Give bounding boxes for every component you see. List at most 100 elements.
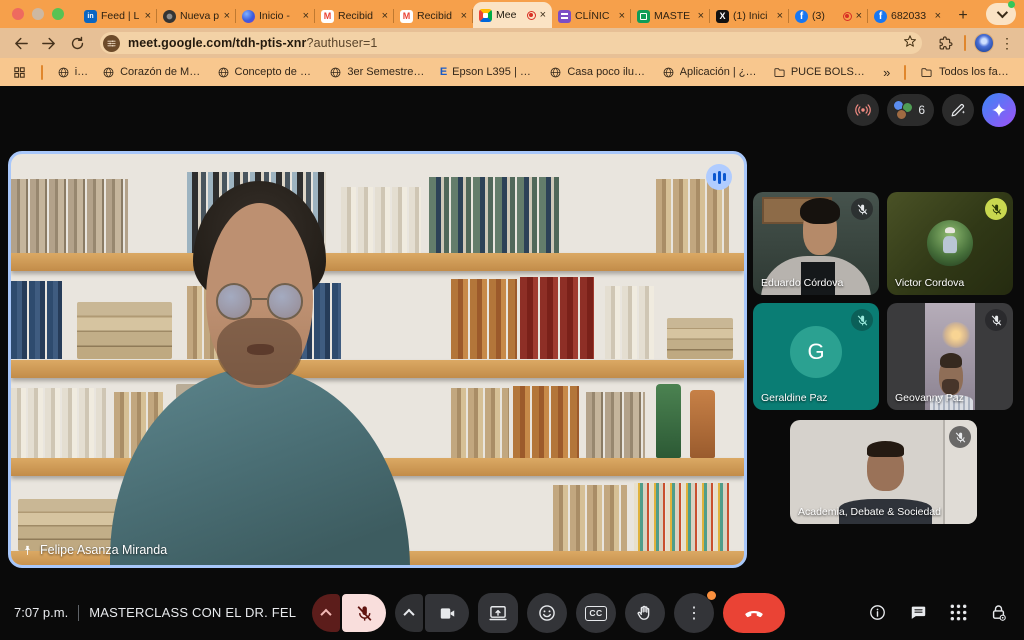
close-tab-icon[interactable]: ×	[145, 11, 151, 22]
meeting-title: MASTERCLASS CON EL DR. FELIPE A...	[89, 605, 297, 620]
address-bar[interactable]: meet.google.com/tdh-ptis-xnr?authuser=1	[100, 32, 922, 54]
facebook-icon	[874, 10, 887, 23]
tab-sheets[interactable]: MASTE ×	[631, 4, 710, 28]
bookmark-concepto[interactable]: Concepto de Form...	[217, 66, 316, 79]
tab-facebook-1[interactable]: (3) ×	[789, 4, 868, 28]
tab-search-chevron-button[interactable]	[986, 3, 1016, 25]
all-favorites-folder[interactable]: Todos los favoritos	[920, 66, 1012, 79]
bookmark-folder-puce[interactable]: PUCE BOLSA DE...	[773, 66, 869, 79]
participant-tile-victor[interactable]: Victor Cordova	[887, 192, 1013, 295]
tab-groups-icon[interactable]	[12, 61, 27, 83]
browser-toolbar: meet.google.com/tdh-ptis-xnr?authuser=1 …	[0, 28, 1024, 58]
back-button[interactable]	[10, 32, 32, 54]
recording-indicator-icon	[527, 11, 536, 20]
close-tab-icon[interactable]: ×	[303, 11, 309, 22]
live-streaming-button[interactable]	[847, 94, 879, 126]
browser-window: Feed | L × Nueva p × Inicio - × Recibid …	[0, 0, 1024, 640]
mic-off-icon	[985, 198, 1007, 220]
window-controls	[0, 0, 78, 28]
mic-toggle-button[interactable]	[342, 594, 386, 632]
tab-gmail-1[interactable]: Recibid ×	[315, 4, 394, 28]
close-tab-icon[interactable]: ×	[461, 11, 467, 22]
bookmark-star-icon[interactable]	[902, 33, 918, 54]
extensions-icon[interactable]	[934, 32, 956, 54]
tab-x[interactable]: (1) Inici ×	[710, 4, 789, 28]
participant-tile-geovanny[interactable]: Geovanny Paz	[887, 303, 1013, 410]
end-call-button[interactable]	[723, 593, 785, 633]
tab-gmail-2[interactable]: Recibid ×	[394, 4, 473, 28]
minimize-window-button[interactable]	[32, 8, 44, 20]
close-tab-icon[interactable]: ×	[540, 10, 546, 21]
meeting-details-icon[interactable]	[868, 603, 887, 622]
main-speaker-tile[interactable]: Felipe Asanza Miranda	[8, 151, 747, 568]
tab-nueva[interactable]: Nueva p ×	[157, 4, 236, 28]
linkedin-icon	[84, 10, 97, 23]
bookmark-ielts[interactable]: ielts	[57, 66, 88, 79]
profile-avatar[interactable]	[974, 33, 994, 53]
participant-tile-geraldine[interactable]: G Geraldine Paz	[753, 303, 879, 410]
camera-toggle-button[interactable]	[425, 594, 469, 632]
reactions-button[interactable]	[527, 593, 567, 633]
mic-off-icon	[851, 198, 873, 220]
close-tab-icon[interactable]: ×	[935, 11, 941, 22]
effects-pencil-button[interactable]	[942, 94, 974, 126]
close-tab-icon[interactable]: ×	[382, 11, 388, 22]
close-tab-icon[interactable]: ×	[224, 11, 230, 22]
tab-facebook-2[interactable]: 682033 ×	[868, 4, 947, 28]
meet-top-toolbar: 6	[847, 93, 1016, 127]
bookmarks-overflow-button[interactable]: »	[883, 65, 890, 80]
tab-feed[interactable]: Feed | L ×	[78, 4, 157, 28]
chat-icon[interactable]	[909, 603, 928, 622]
tab-meet-active[interactable]: Mee ×	[473, 2, 552, 28]
bookmark-corazon[interactable]: Corazón de Melón,...	[102, 66, 202, 79]
close-tab-icon[interactable]: ×	[619, 11, 625, 22]
reload-button[interactable]	[66, 32, 88, 54]
bookmark-casa[interactable]: Casa poco ilumina...	[549, 66, 647, 79]
more-options-button[interactable]: ⋮	[674, 593, 714, 633]
close-tab-icon[interactable]: ×	[698, 11, 704, 22]
raise-hand-button[interactable]	[625, 593, 665, 633]
gmail-icon	[400, 10, 413, 23]
mic-options-chevron[interactable]	[312, 594, 340, 632]
recording-indicator-icon	[843, 12, 852, 21]
url-text: meet.google.com/tdh-ptis-xnr	[128, 36, 307, 50]
notification-dot	[707, 591, 716, 600]
zoom-window-button[interactable]	[52, 8, 64, 20]
new-tab-button[interactable]: +	[951, 4, 975, 28]
meet-icon	[479, 9, 492, 22]
url-query: ?authuser=1	[307, 36, 378, 50]
participants-button[interactable]: 6	[887, 94, 934, 126]
participant-avatars-icon	[893, 100, 913, 120]
bookmark-epson[interactable]: EEpson L395 | Epso...	[440, 66, 536, 78]
meet-bottom-bar: 7:07 p.m. MASTERCLASS CON EL DR. FELIPE …	[0, 585, 1024, 640]
participants-count: 6	[918, 103, 925, 117]
gemini-button[interactable]	[982, 93, 1016, 127]
divider	[78, 605, 79, 621]
x-icon	[716, 10, 729, 23]
host-controls-lock-icon[interactable]	[989, 603, 1008, 622]
forward-button[interactable]	[38, 32, 60, 54]
activities-grid-icon[interactable]	[950, 604, 967, 621]
close-tab-icon[interactable]: ×	[856, 11, 862, 22]
tab-inicio[interactable]: Inicio - ×	[236, 4, 315, 28]
toolbar-divider	[964, 35, 966, 51]
bookshelf-background	[11, 154, 744, 565]
tab-clinica[interactable]: CLÍNIC ×	[552, 4, 631, 28]
speaking-indicator-icon	[706, 164, 732, 190]
captions-button[interactable]: CC	[576, 593, 616, 633]
browser-menu-icon[interactable]: ⋮	[1000, 35, 1014, 52]
participant-tile-eduardo[interactable]: Eduardo Córdova	[753, 192, 879, 295]
meet-panels	[868, 585, 1008, 640]
participant-tile-academia[interactable]: Academia, Debate & Sociedad	[790, 420, 977, 524]
site-purple-icon	[558, 10, 571, 23]
pin-icon	[21, 544, 34, 557]
bookmark-aplicacion[interactable]: Aplicación | ¿Cóm...	[662, 66, 759, 79]
camera-options-chevron[interactable]	[395, 594, 423, 632]
present-screen-button[interactable]	[478, 593, 518, 633]
gmail-icon	[321, 10, 334, 23]
sheets-icon	[637, 10, 650, 23]
bookmark-semestre[interactable]: 3er Semestre "Intr...	[329, 66, 425, 79]
close-window-button[interactable]	[12, 8, 24, 20]
site-settings-icon[interactable]	[103, 35, 120, 52]
close-tab-icon[interactable]: ×	[777, 11, 783, 22]
